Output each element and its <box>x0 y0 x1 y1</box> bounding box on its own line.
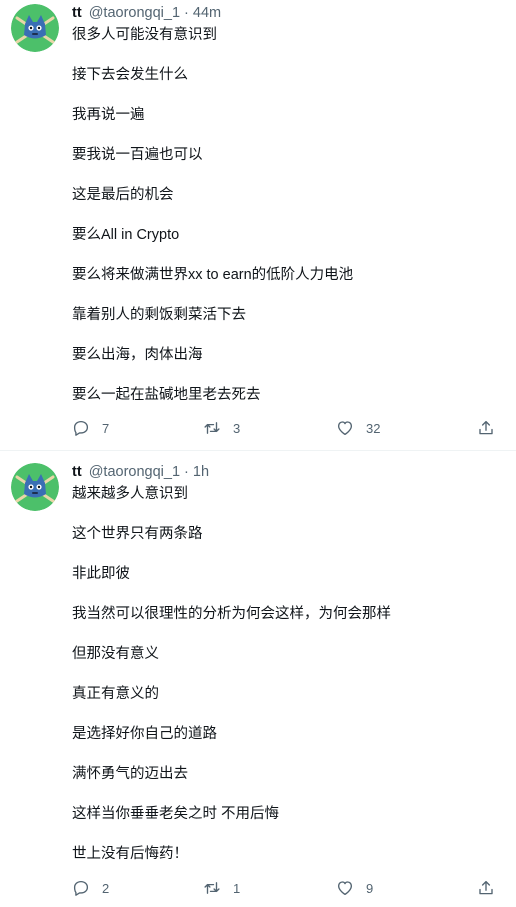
tweet-line: 我再说一遍 <box>72 107 145 123</box>
separator-dot: · <box>184 464 189 480</box>
retweet-icon <box>203 419 221 437</box>
share-button[interactable] <box>477 877 495 899</box>
tweet-line: 非此即彼 <box>72 566 130 582</box>
author-handle[interactable]: @taorongqi_1 <box>89 464 180 480</box>
avatar[interactable] <box>11 463 59 511</box>
reply-button[interactable]: 2 <box>72 877 109 899</box>
tweet[interactable]: tt @taorongqi_1 · 1h 越来越多人意识到 这个世界只有两条路 … <box>0 451 516 907</box>
tweet-line: 要我说一百遍也可以 <box>72 147 203 163</box>
reply-count: 2 <box>102 880 110 896</box>
like-count: 32 <box>366 420 381 436</box>
tweet-line: 要么All in Crypto <box>72 227 180 243</box>
reply-button[interactable]: 7 <box>72 417 109 439</box>
retweet-button[interactable]: 1 <box>203 877 240 899</box>
heart-icon <box>336 879 354 897</box>
tweet-text: 越来越多人意识到 这个世界只有两条路 非此即彼 我当然可以很理性的分析为何会这样… <box>72 484 391 884</box>
tweet-line: 要么将来做满世界xx to earn的低阶人力电池 <box>72 267 354 283</box>
tweet-actions: 2 1 9 <box>72 877 502 899</box>
like-count: 9 <box>366 880 374 896</box>
like-button[interactable]: 32 <box>336 417 380 439</box>
author-name[interactable]: tt <box>72 464 82 480</box>
tweet-actions: 7 3 32 <box>72 417 502 439</box>
reply-count: 7 <box>102 420 110 436</box>
retweet-button[interactable]: 3 <box>203 417 240 439</box>
tweet-line: 越来越多人意识到 <box>72 486 188 502</box>
share-icon <box>477 879 495 897</box>
share-button[interactable] <box>477 417 495 439</box>
tweet-line: 是选择好你自己的道路 <box>72 726 217 742</box>
tweet-line: 这个世界只有两条路 <box>72 526 203 542</box>
tweet-line: 这是最后的机会 <box>72 187 174 203</box>
like-button[interactable]: 9 <box>336 877 373 899</box>
tweet-line: 但那没有意义 <box>72 646 159 662</box>
timestamp[interactable]: 1h <box>193 464 209 480</box>
tweet-header: tt @taorongqi_1 · 1h <box>72 463 209 481</box>
author-handle[interactable]: @taorongqi_1 <box>89 5 180 21</box>
tweet-line: 这样当你垂垂老矣之时 不用后悔 <box>72 806 280 822</box>
reply-icon <box>72 419 90 437</box>
separator-dot: · <box>184 5 189 21</box>
tweet[interactable]: tt @taorongqi_1 · 44m 很多人可能没有意识到 接下去会发生什… <box>0 0 516 451</box>
retweet-icon <box>203 879 221 897</box>
heart-icon <box>336 419 354 437</box>
author-name[interactable]: tt <box>72 5 82 21</box>
tweet-line: 满怀勇气的迈出去 <box>72 766 188 782</box>
tweet-header: tt @taorongqi_1 · 44m <box>72 4 221 22</box>
tweet-line: 我当然可以很理性的分析为何会这样，为何会那样 <box>72 606 391 622</box>
tweet-line: 要么出海，肉体出海 <box>72 347 203 363</box>
share-icon <box>477 419 495 437</box>
tweet-text: 很多人可能没有意识到 接下去会发生什么 我再说一遍 要我说一百遍也可以 这是最后… <box>72 25 353 425</box>
retweet-count: 1 <box>233 880 241 896</box>
tweet-line: 靠着别人的剩饭剩菜活下去 <box>72 307 246 323</box>
timestamp[interactable]: 44m <box>193 5 221 21</box>
tweet-line: 真正有意义的 <box>72 686 159 702</box>
tweet-line: 接下去会发生什么 <box>72 67 188 83</box>
retweet-count: 3 <box>233 420 241 436</box>
avatar[interactable] <box>11 4 59 52</box>
tweet-line: 很多人可能没有意识到 <box>72 27 217 43</box>
timeline-feed: tt @taorongqi_1 · 44m 很多人可能没有意识到 接下去会发生什… <box>0 0 516 907</box>
reply-icon <box>72 879 90 897</box>
